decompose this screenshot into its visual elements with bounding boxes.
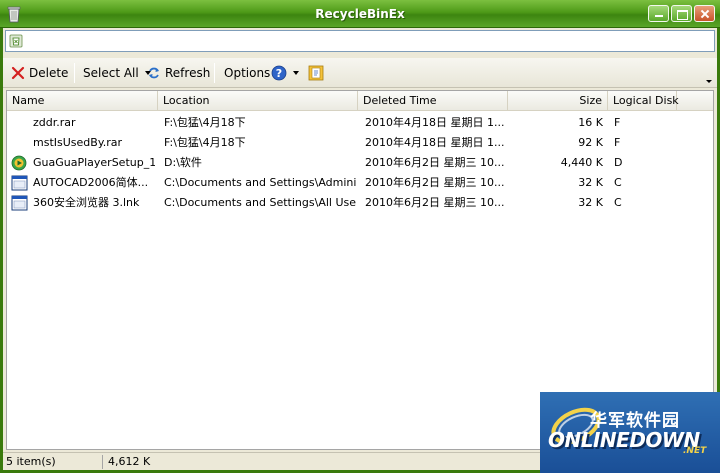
file-size: 32 K	[578, 176, 603, 189]
refresh-button[interactable]: Refresh	[147, 64, 210, 82]
window-title: RecycleBinEx	[315, 7, 405, 21]
deleted-time: 2010年4月18日 星期日 1...	[365, 136, 505, 149]
file-size: 92 K	[578, 136, 603, 149]
info-book-icon	[308, 65, 324, 81]
file-name: 360安全浏览器 3.lnk	[33, 196, 140, 209]
column-header-deleted-time[interactable]: Deleted Time	[358, 91, 508, 111]
table-row[interactable]: 360安全浏览器 3.lnk C:\Documents and Settings…	[7, 193, 713, 213]
logical-disk: F	[614, 116, 621, 129]
file-location: C:\Documents and Settings\All Users...	[164, 196, 356, 209]
watermark-english-text: ONLINEDOWN	[548, 428, 700, 452]
file-name: mstIsUsedBy.rar	[33, 136, 123, 149]
column-header-name[interactable]: Name	[7, 91, 158, 111]
help-icon: ?	[271, 65, 287, 81]
table-row[interactable]: AUTOCAD2006简体... C:\Documents and Settin…	[7, 173, 713, 193]
deleted-time: 2010年4月18日 星期日 1...	[365, 116, 505, 129]
title-bar: RecycleBinEx	[0, 0, 720, 28]
table-row[interactable]: GuaGuaPlayerSetup_1... D:\软件 2010年6月2日 星…	[7, 153, 713, 173]
watermark-domain-suffix: .NET	[683, 446, 707, 456]
select-all-button[interactable]: Select All	[83, 64, 151, 82]
file-name: zddr.rar	[33, 116, 76, 129]
logical-disk: D	[614, 156, 623, 169]
table-row[interactable]: mstIsUsedBy.rar F:\包猛\4月18下 2010年4月18日 星…	[7, 133, 713, 153]
refresh-label: Refresh	[165, 66, 211, 80]
delete-label: Delete	[29, 66, 69, 80]
file-size: 16 K	[578, 116, 603, 129]
maximize-button[interactable]	[671, 5, 692, 22]
column-header-size[interactable]: Size	[508, 91, 608, 111]
column-header-location[interactable]: Location	[158, 91, 358, 111]
file-name: AUTOCAD2006简体...	[33, 176, 149, 189]
file-location: F:\包猛\4月18下	[164, 116, 246, 129]
status-item-count: 5 item(s)	[3, 455, 103, 469]
file-location: F:\包猛\4月18下	[164, 136, 246, 149]
help-button[interactable]: ?	[271, 64, 299, 82]
player-setup-icon	[11, 155, 27, 171]
select-all-label: Select All	[83, 66, 139, 80]
toolbar: Delete Select All Refresh Options ?	[3, 58, 717, 88]
recycle-bin-small-icon	[9, 34, 23, 48]
delete-button[interactable]: Delete	[11, 64, 68, 82]
options-label: Options	[224, 66, 271, 80]
close-button[interactable]	[694, 5, 715, 22]
delete-x-icon	[11, 66, 25, 80]
file-size: 32 K	[578, 196, 603, 209]
path-field[interactable]	[5, 30, 715, 52]
onlinedown-watermark: 华军软件园 ONLINEDOWN .NET	[540, 392, 720, 473]
svg-text:?: ?	[276, 67, 282, 80]
shortcut-icon	[11, 175, 28, 191]
about-button[interactable]	[308, 64, 324, 82]
deleted-time: 2010年6月2日 星期三 10...	[365, 196, 505, 209]
deleted-time: 2010年6月2日 星期三 10...	[365, 156, 505, 169]
toolbar-separator	[74, 63, 75, 83]
file-location: C:\Documents and Settings\Administ...	[164, 176, 356, 189]
table-row[interactable]: zddr.rar F:\包猛\4月18下 2010年4月18日 星期日 1...…	[7, 113, 713, 133]
toolbar-separator	[214, 63, 215, 83]
deleted-time: 2010年6月2日 星期三 10...	[365, 176, 505, 189]
status-total-size: 4,612 K	[108, 455, 151, 468]
minimize-button[interactable]	[648, 5, 669, 22]
toolbar-overflow-icon[interactable]	[706, 80, 712, 83]
help-dropdown-arrow-icon[interactable]	[293, 71, 299, 75]
options-button[interactable]: Options	[224, 64, 270, 82]
column-header-logical-disk[interactable]: Logical Disk	[608, 91, 679, 111]
shortcut-icon	[11, 195, 28, 211]
logical-disk: C	[614, 176, 622, 189]
refresh-icon	[149, 67, 159, 79]
logical-disk: C	[614, 196, 622, 209]
column-headers: Name Location Deleted Time Size Logical …	[7, 91, 713, 111]
file-location: D:\软件	[164, 156, 202, 169]
logical-disk: F	[614, 136, 621, 149]
file-size: 4,440 K	[560, 156, 603, 169]
file-name: GuaGuaPlayerSetup_1...	[33, 156, 155, 169]
